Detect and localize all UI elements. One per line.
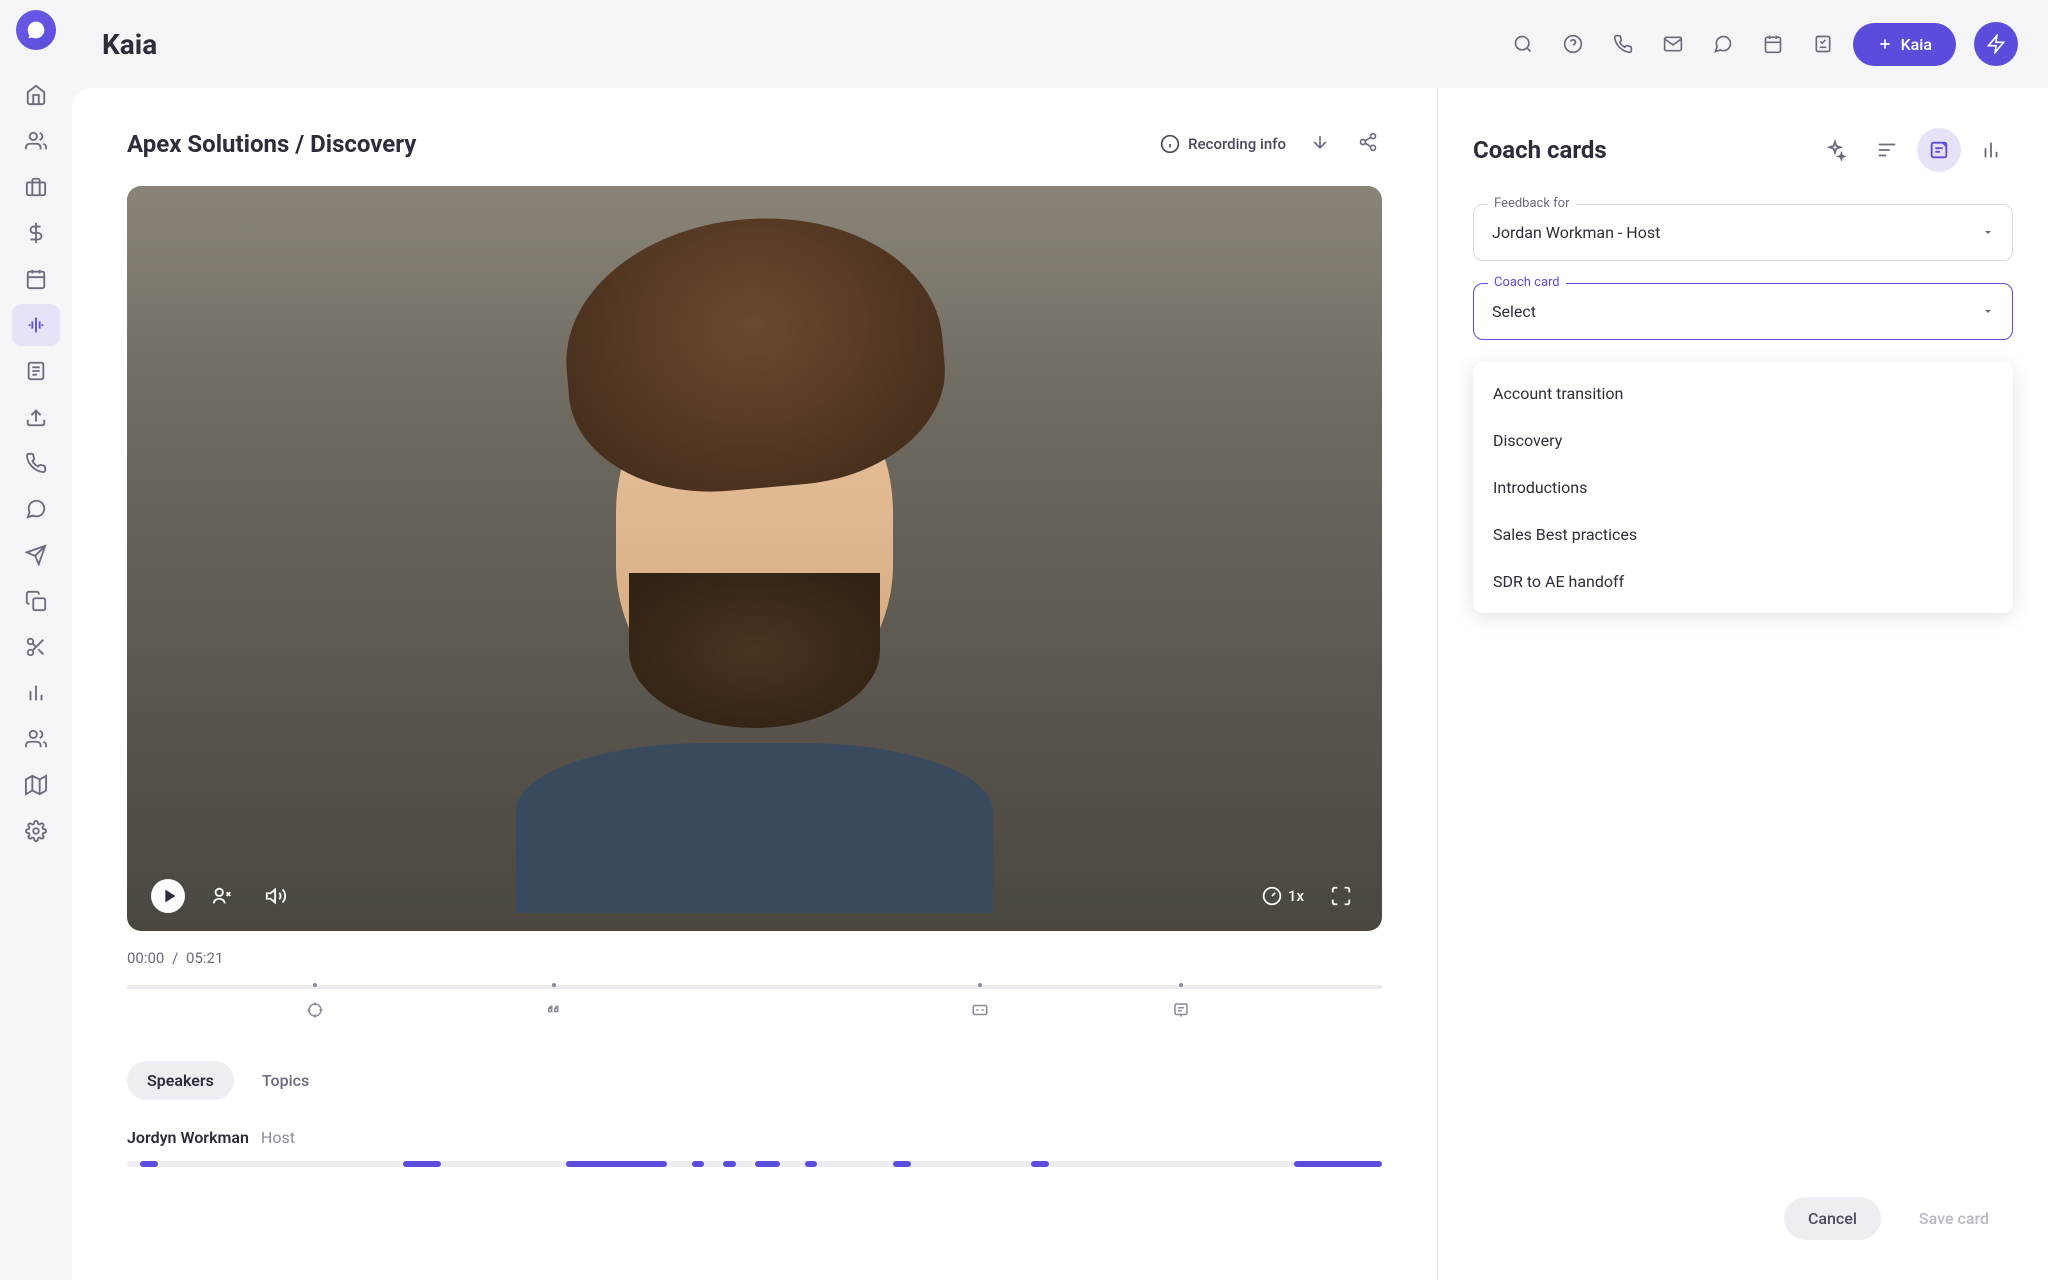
help-icon[interactable] (1553, 24, 1593, 64)
feedback-value: Jordan Workman - Host (1492, 223, 1994, 242)
dropdown-option[interactable]: SDR to AE handoff (1473, 558, 2013, 605)
dropdown-option[interactable]: Sales Best practices (1473, 511, 2013, 558)
marker-caption-icon[interactable] (971, 1001, 989, 1023)
nav-people[interactable] (12, 120, 60, 162)
new-kaia-label: Kaia (1901, 35, 1932, 54)
tab-topics[interactable]: Topics (242, 1061, 329, 1100)
time-display: 00:00 / 05:21 (127, 949, 1382, 967)
nav-phone[interactable] (12, 442, 60, 484)
nav-upload[interactable] (12, 396, 60, 438)
coach-title: Coach cards (1473, 136, 1805, 164)
marker-note-icon[interactable] (1172, 1001, 1190, 1023)
nav-send[interactable] (12, 534, 60, 576)
list-icon[interactable] (1865, 128, 1909, 172)
bolt-button[interactable] (1974, 22, 2018, 66)
card-icon[interactable] (1917, 128, 1961, 172)
chevron-down-icon (1982, 223, 1994, 242)
tab-speakers[interactable]: Speakers (127, 1061, 234, 1100)
video-player[interactable]: 1x (127, 186, 1382, 931)
nav-home[interactable] (12, 74, 60, 116)
app-logo[interactable] (16, 10, 56, 50)
nav-team[interactable] (12, 718, 60, 760)
fullscreen-icon[interactable] (1324, 879, 1358, 913)
page-title: Kaia (102, 28, 1493, 61)
coach-panel: Coach cards Feedback for Jordan Workman … (1438, 88, 2048, 1280)
new-kaia-button[interactable]: Kaia (1853, 23, 1956, 66)
feedback-for-select[interactable]: Feedback for Jordan Workman - Host (1473, 204, 2013, 261)
sparkle-icon[interactable] (1813, 128, 1857, 172)
nav-calendar[interactable] (12, 258, 60, 300)
speed-value: 1x (1288, 887, 1304, 905)
chevron-down-icon (1982, 302, 1994, 321)
header: Kaia Kaia (72, 0, 2048, 88)
playback-speed[interactable]: 1x (1262, 886, 1304, 906)
save-button[interactable]: Save card (1895, 1197, 2013, 1240)
chart-icon[interactable] (1969, 128, 2013, 172)
dropdown-option[interactable]: Discovery (1473, 417, 2013, 464)
breadcrumb: Apex Solutions / Discovery (127, 130, 1140, 158)
nav-chat[interactable] (12, 488, 60, 530)
speaker-waveform[interactable] (127, 1161, 1382, 1167)
tasks-icon[interactable] (1803, 24, 1843, 64)
nav-settings[interactable] (12, 810, 60, 852)
search-icon[interactable] (1503, 24, 1543, 64)
recording-info-label: Recording info (1188, 135, 1286, 153)
nav-scissors[interactable] (12, 626, 60, 668)
player-panel: Apex Solutions / Discovery Recording inf… (72, 88, 1438, 1280)
coach-card-dropdown: Account transition Discovery Introductio… (1473, 362, 2013, 613)
sidebar (0, 0, 72, 1280)
coach-card-select[interactable]: Coach card Select (1473, 283, 2013, 340)
feedback-label: Feedback for (1488, 196, 1576, 211)
current-time: 00:00 (127, 949, 164, 967)
phone-icon[interactable] (1603, 24, 1643, 64)
nav-map[interactable] (12, 764, 60, 806)
mail-icon[interactable] (1653, 24, 1693, 64)
download-icon[interactable] (1306, 128, 1334, 160)
nav-briefcase[interactable] (12, 166, 60, 208)
calendar-icon[interactable] (1753, 24, 1793, 64)
nav-dollar[interactable] (12, 212, 60, 254)
nav-analytics[interactable] (12, 672, 60, 714)
nav-notes[interactable] (12, 350, 60, 392)
recording-info-button[interactable]: Recording info (1160, 134, 1286, 154)
chat-icon[interactable] (1703, 24, 1743, 64)
dropdown-option[interactable]: Introductions (1473, 464, 2013, 511)
coach-card-label: Coach card (1488, 275, 1566, 290)
cancel-button[interactable]: Cancel (1784, 1197, 1881, 1240)
nav-copy[interactable] (12, 580, 60, 622)
dropdown-option[interactable]: Account transition (1473, 370, 2013, 417)
timeline-markers (127, 1001, 1382, 1031)
marker-quote-icon[interactable] (545, 1001, 563, 1023)
marker-target-icon[interactable] (306, 1001, 324, 1023)
speaker-row: Jordyn Workman Host (127, 1128, 1382, 1167)
speaker-role: Host (261, 1128, 295, 1147)
coach-card-value: Select (1492, 302, 1994, 321)
nav-waveform[interactable] (12, 304, 60, 346)
share-icon[interactable] (1354, 128, 1382, 160)
volume-icon[interactable] (259, 879, 293, 913)
play-button[interactable] (151, 879, 185, 913)
speaker-view-icon[interactable] (205, 879, 239, 913)
speaker-name: Jordyn Workman (127, 1128, 249, 1147)
duration: 05:21 (186, 949, 223, 967)
